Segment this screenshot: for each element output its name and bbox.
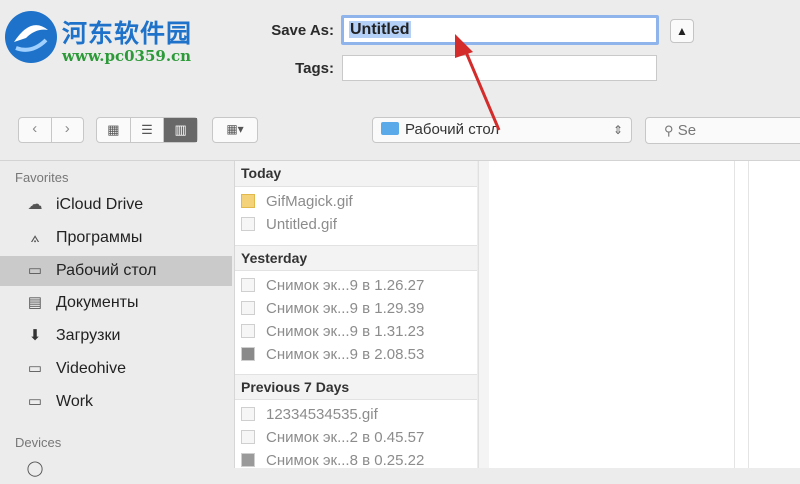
file-item[interactable]: Снимок эк...8 в 0.25.22 — [241, 450, 424, 472]
image-file-icon — [241, 347, 255, 361]
download-icon: ⬇ — [28, 327, 42, 344]
forward-button[interactable]: › — [52, 118, 84, 142]
column-view-button[interactable]: ▥ — [164, 118, 198, 142]
sidebar-item-device[interactable]: ◯ — [0, 454, 232, 484]
list-view-button[interactable]: ☰ — [131, 118, 165, 142]
sidebar-item-documents[interactable]: ▤ Документы — [0, 288, 232, 318]
navigation-buttons: ‹ › — [18, 117, 84, 143]
file-name: Снимок эк...9 в 1.31.23 — [266, 323, 425, 340]
file-item[interactable]: Снимок эк...2 в 0.45.57 — [241, 427, 424, 449]
file-name: Снимок эк...2 в 0.45.57 — [266, 429, 425, 446]
grid-icon: ▦ — [107, 122, 120, 137]
file-item[interactable]: GifMagick.gif — [241, 191, 353, 213]
location-label: Рабочий стол — [405, 121, 500, 138]
empty-column — [748, 161, 800, 468]
group-header-previous-7-days: Previous 7 Days — [235, 374, 477, 400]
image-file-icon — [241, 278, 255, 292]
sidebar-item-label: Work — [56, 393, 94, 410]
file-column: Today GifMagick.gif Untitled.gif Yesterd… — [234, 161, 477, 469]
gif-file-icon — [241, 407, 255, 421]
group-header-yesterday: Yesterday — [235, 245, 477, 271]
folder-icon: ▭ — [27, 393, 43, 410]
search-icon: ⚲ — [664, 123, 674, 138]
chevron-left-icon: ‹ — [32, 120, 38, 137]
list-icon: ☰ — [141, 122, 153, 137]
arrange-button[interactable]: ▦▾ — [212, 117, 258, 143]
apps-icon: ⟑ — [30, 229, 40, 246]
collapse-button[interactable]: ▲ — [670, 19, 694, 43]
sidebar-item-label: Рабочий стол — [56, 262, 157, 279]
tags-input[interactable] — [342, 55, 657, 81]
file-item[interactable]: Снимок эк...9 в 1.26.27 — [241, 275, 424, 297]
image-file-icon — [241, 301, 255, 315]
group-header-today: Today — [235, 161, 477, 187]
back-button[interactable]: ‹ — [19, 118, 52, 142]
watermark-logo — [5, 11, 57, 63]
file-name: GifMagick.gif — [266, 193, 353, 210]
search-placeholder: Se — [677, 122, 697, 139]
columns-icon: ▥ — [174, 122, 187, 137]
file-item[interactable]: Снимок эк...9 в 1.29.39 — [241, 298, 424, 320]
view-mode-buttons: ▦ ☰ ▥ — [96, 117, 198, 143]
column-resize-handle[interactable] — [478, 161, 489, 468]
sidebar-section-devices: Devices — [15, 435, 62, 450]
sidebar-item-label: Документы — [56, 294, 139, 311]
cloud-icon: ☁ — [27, 196, 43, 213]
watermark-title: 河东软件园 — [62, 19, 193, 48]
tags-label: Tags: — [295, 60, 334, 77]
gif-file-icon — [241, 217, 255, 231]
folder-icon: ▭ — [27, 360, 43, 377]
folder-icon — [381, 122, 399, 135]
arrange-icon: ▦▾ — [226, 122, 244, 136]
sidebar-item-videohive[interactable]: ▭ Videohive — [0, 354, 232, 384]
search-field[interactable]: ⚲ Se — [645, 117, 800, 144]
sidebar-item-work[interactable]: ▭ Work — [0, 387, 232, 417]
sidebar-section-favorites: Favorites — [15, 170, 69, 185]
save-as-value: Untitled — [349, 21, 411, 38]
file-item[interactable]: Снимок эк...9 в 1.31.23 — [241, 321, 424, 343]
file-item[interactable]: Untitled.gif — [241, 214, 337, 236]
sidebar-item-applications[interactable]: ⟑ Программы — [0, 223, 232, 253]
preview-column — [489, 161, 734, 468]
sidebar-item-downloads[interactable]: ⬇ Загрузки — [0, 321, 232, 351]
disk-icon: ◯ — [26, 460, 44, 477]
icon-view-button[interactable]: ▦ — [97, 118, 131, 142]
file-name: Снимок эк...9 в 1.26.27 — [266, 277, 425, 294]
save-as-label: Save As: — [271, 22, 334, 39]
file-name: Снимок эк...9 в 1.29.39 — [266, 300, 425, 317]
save-as-input[interactable]: Untitled — [341, 15, 659, 45]
file-item[interactable]: 12334534535.gif — [241, 404, 378, 426]
chevron-right-icon: › — [64, 120, 70, 137]
chevron-up-icon: ▲ — [676, 24, 688, 38]
location-popup[interactable]: Рабочий стол ⇕ — [372, 117, 632, 143]
sidebar: Favorites ☁ iCloud Drive ⟑ Программы ▭ Р… — [0, 161, 232, 477]
file-name: 12334534535.gif — [266, 406, 378, 423]
watermark-url: www.pc0359.cn — [62, 47, 192, 65]
sidebar-item-label: Загрузки — [56, 327, 121, 344]
sidebar-item-label: Программы — [56, 229, 143, 246]
sidebar-item-label: iCloud Drive — [56, 196, 144, 213]
file-name: Снимок эк...9 в 2.08.53 — [266, 346, 425, 363]
sidebar-item-icloud-drive[interactable]: ☁ iCloud Drive — [0, 190, 232, 220]
desktop-icon: ▭ — [27, 262, 43, 279]
sidebar-item-desktop[interactable]: ▭ Рабочий стол — [0, 256, 232, 286]
image-file-icon — [241, 453, 255, 467]
image-file-icon — [241, 324, 255, 338]
updown-chevron-icon: ⇕ — [612, 123, 623, 137]
document-icon: ▤ — [27, 294, 43, 311]
sidebar-item-label: Videohive — [56, 360, 126, 377]
file-item[interactable]: Снимок эк...9 в 2.08.53 — [241, 344, 424, 366]
file-name: Снимок эк...8 в 0.25.22 — [266, 452, 425, 469]
gif-file-icon — [241, 194, 255, 208]
file-name: Untitled.gif — [266, 216, 337, 233]
image-file-icon — [241, 430, 255, 444]
